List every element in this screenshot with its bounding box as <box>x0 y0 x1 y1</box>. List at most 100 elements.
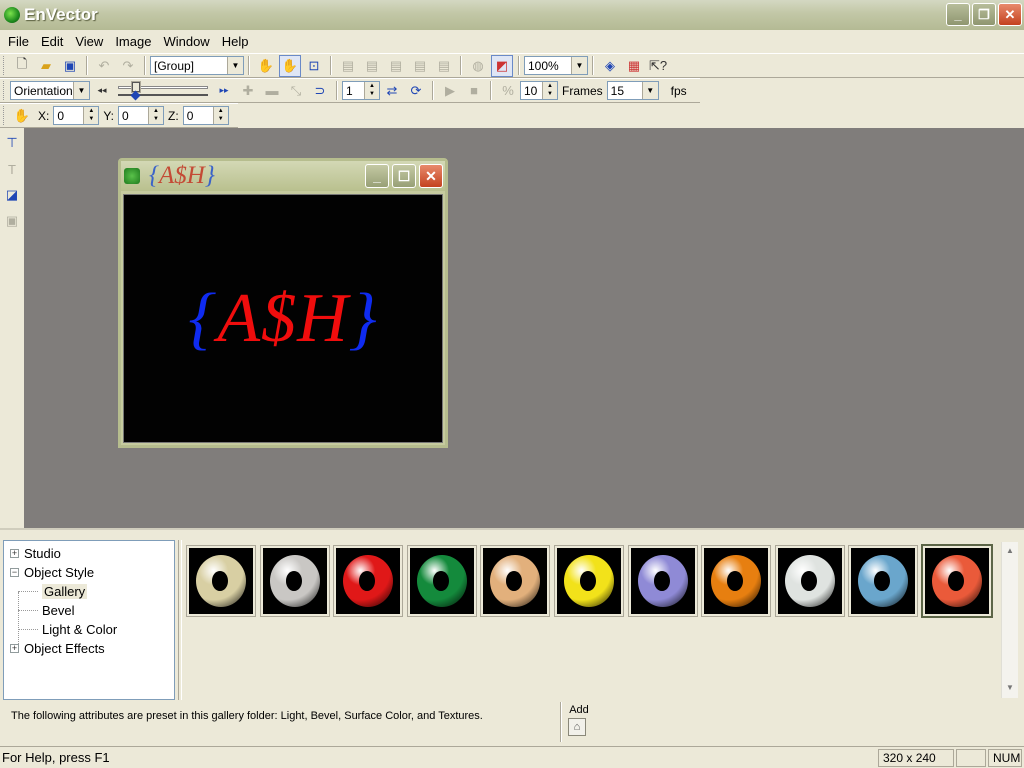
document-maximize-button[interactable]: ☐ <box>392 164 416 188</box>
clear-keys-icon[interactable]: ⤡ <box>285 80 307 102</box>
restore-button[interactable]: ❐ <box>972 3 996 26</box>
menu-file[interactable]: File <box>2 34 35 49</box>
panel-splitter[interactable] <box>178 540 182 700</box>
document-window[interactable]: {A$H} _ ☐ ✕ {A$H} <box>118 158 448 448</box>
web-export-icon[interactable]: ◈ <box>599 55 621 77</box>
chevron-down-icon[interactable]: ▼ <box>641 82 658 99</box>
gallery-item[interactable] <box>627 545 698 617</box>
menu-window[interactable]: Window <box>157 34 215 49</box>
tree-item-bevel[interactable]: Bevel <box>4 601 174 620</box>
gallery-item[interactable] <box>186 545 256 617</box>
add-key-icon[interactable]: ✚ <box>237 80 259 102</box>
edit-object-icon[interactable]: ◩ <box>491 54 513 77</box>
text-tool-icon[interactable]: ⊤ <box>1 132 23 154</box>
group-select[interactable]: [Group] ▼ <box>150 56 244 75</box>
gallery-scrollbar[interactable]: ▲ ▼ <box>1001 542 1018 698</box>
add-to-gallery-icon[interactable]: ⌂ <box>568 718 586 736</box>
gallery-item[interactable] <box>848 545 919 617</box>
align-right-icon[interactable]: ▤ <box>385 55 407 77</box>
last-key-icon[interactable]: ▸▸ <box>213 80 235 102</box>
tree-item-studio[interactable]: + Studio <box>4 544 174 563</box>
redo-icon[interactable]: ↷ <box>117 55 139 77</box>
align-center-icon[interactable]: ▤ <box>361 55 383 77</box>
collapse-icon[interactable]: − <box>10 568 19 577</box>
gallery-item[interactable] <box>333 545 404 617</box>
mode-select[interactable]: Orientation ▼ <box>10 81 90 100</box>
scroll-track[interactable] <box>1002 559 1018 679</box>
swap-icon[interactable]: ⇄ <box>381 80 403 102</box>
shape-tool-icon[interactable]: ◪ <box>1 184 23 206</box>
slider-thumb[interactable] <box>131 80 141 93</box>
spinner-buttons[interactable]: ▲ ▼ <box>83 107 99 124</box>
y-spinner[interactable]: 0 ▲ ▼ <box>118 106 165 125</box>
category-tree[interactable]: + Studio − Object Style Gallery Bevel Li… <box>3 540 175 700</box>
document-icon[interactable] <box>124 168 140 184</box>
canvas-logo-text[interactable]: {A$H} <box>188 279 377 359</box>
gallery-icon[interactable]: ▦ <box>623 55 645 77</box>
globe-icon[interactable]: ◍ <box>467 55 489 77</box>
fit-to-window-icon[interactable]: ⊡ <box>303 55 325 77</box>
gallery-item[interactable] <box>554 545 624 617</box>
first-key-icon[interactable]: ◂◂ <box>91 80 113 102</box>
zoom-select[interactable]: 100% ▼ <box>524 56 588 75</box>
spinner-buttons[interactable]: ▲ ▼ <box>148 107 164 124</box>
minimize-button[interactable]: _ <box>946 3 970 26</box>
speed-spinner[interactable]: 10 ▲ ▼ <box>520 81 558 100</box>
expand-icon[interactable]: + <box>10 644 19 653</box>
gallery-item[interactable] <box>480 545 551 617</box>
fps-select[interactable]: 15 ▼ <box>606 81 659 100</box>
new-file-icon[interactable]: 🗋 <box>11 55 33 77</box>
chevron-down-icon[interactable]: ▼ <box>571 57 587 74</box>
hand-tool-icon[interactable]: ✋ <box>255 55 277 77</box>
expand-icon[interactable]: + <box>10 549 19 558</box>
spinner-buttons[interactable]: ▲ ▼ <box>542 82 557 99</box>
align-left-icon[interactable]: ▤ <box>337 55 359 77</box>
close-button[interactable]: ✕ <box>998 3 1022 26</box>
open-folder-icon[interactable]: ▰ <box>35 55 57 77</box>
timeline-slider[interactable] <box>118 80 208 101</box>
percent-icon[interactable]: % <box>497 80 519 102</box>
tree-item-object-effects[interactable]: + Object Effects <box>4 639 174 658</box>
toolbar-grip[interactable] <box>3 81 7 100</box>
app-icon[interactable] <box>4 7 20 23</box>
scroll-up-icon[interactable]: ▲ <box>1002 542 1018 559</box>
loop-back-icon[interactable]: ⊃ <box>309 80 331 102</box>
chevron-down-icon[interactable]: ▼ <box>227 57 243 74</box>
play-icon[interactable]: ▶ <box>439 80 461 102</box>
document-close-button[interactable]: ✕ <box>419 164 443 188</box>
toolbar-grip[interactable] <box>3 56 7 75</box>
text-edit-icon[interactable]: T <box>1 158 23 180</box>
frame-spinner[interactable]: 1 ▲ ▼ <box>342 81 380 100</box>
repeat-icon[interactable]: ⟳ <box>405 80 427 102</box>
spinner-buttons[interactable]: ▲ ▼ <box>212 107 228 124</box>
menu-help[interactable]: Help <box>216 34 255 49</box>
object-tool-icon[interactable]: ▣ <box>1 210 23 232</box>
undo-icon[interactable]: ↶ <box>93 55 115 77</box>
gallery-item[interactable] <box>701 545 772 617</box>
z-spinner[interactable]: 0 ▲ ▼ <box>182 106 229 125</box>
document-title-bar[interactable]: {A$H} _ ☐ ✕ <box>121 161 445 191</box>
align-bottom-icon[interactable]: ▤ <box>433 55 455 77</box>
render-canvas[interactable]: {A$H} <box>123 194 443 443</box>
rotate-tool-icon[interactable]: ✋ <box>279 54 301 77</box>
document-minimize-button[interactable]: _ <box>365 164 389 188</box>
menu-image[interactable]: Image <box>109 34 157 49</box>
context-help-icon[interactable]: ⇱? <box>647 55 669 77</box>
gallery-item[interactable] <box>259 545 330 617</box>
save-icon[interactable]: ▣ <box>59 55 81 77</box>
gallery-item[interactable] <box>406 545 477 617</box>
gallery-item[interactable] <box>921 544 993 618</box>
tree-item-object-style[interactable]: − Object Style <box>4 563 174 582</box>
menu-edit[interactable]: Edit <box>35 34 69 49</box>
remove-key-icon[interactable]: ▬ <box>261 80 283 102</box>
spinner-buttons[interactable]: ▲ ▼ <box>364 82 379 99</box>
x-spinner[interactable]: 0 ▲ ▼ <box>53 106 100 125</box>
move-tool-icon[interactable]: ✋ <box>11 105 33 127</box>
stop-icon[interactable]: ■ <box>463 80 485 102</box>
toolbar-grip[interactable] <box>3 106 7 125</box>
tree-item-light-color[interactable]: Light & Color <box>4 620 174 639</box>
chevron-down-icon[interactable]: ▼ <box>73 82 89 99</box>
slider-marker[interactable] <box>130 90 141 100</box>
align-top-icon[interactable]: ▤ <box>409 55 431 77</box>
gallery-item[interactable] <box>774 545 845 617</box>
